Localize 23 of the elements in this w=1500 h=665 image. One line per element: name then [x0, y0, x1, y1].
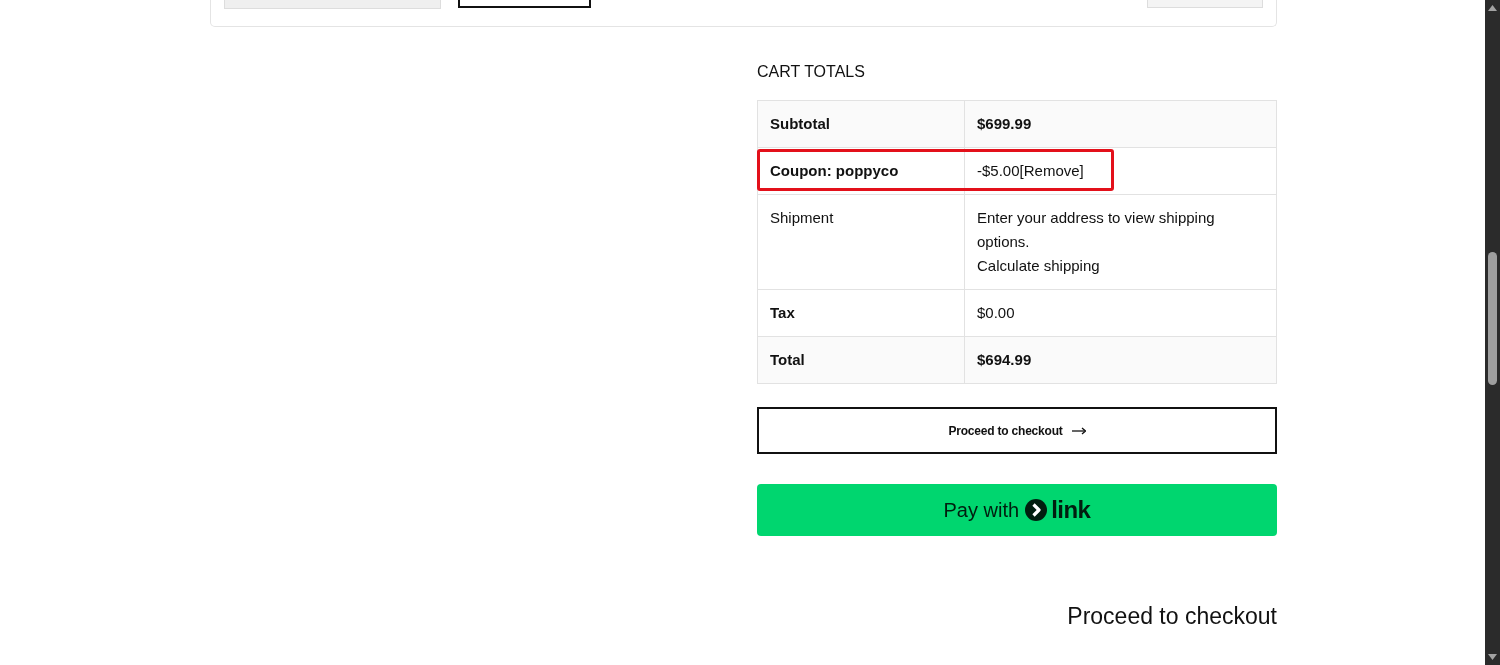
scroll-thumb[interactable]: [1488, 252, 1497, 385]
checkout-button[interactable]: Proceed to checkout: [757, 407, 1277, 454]
section-heading: CART TOTALS: [757, 62, 866, 82]
row-value: $699.99: [977, 115, 1032, 132]
row-label: Total: [770, 351, 805, 368]
pay-with-link-button[interactable]: Pay with link: [757, 484, 1277, 536]
text-link[interactable]: Calculate shipping: [977, 257, 1100, 274]
scroll-down-icon[interactable]: [1488, 654, 1497, 660]
chevron-circle-icon: [1025, 499, 1048, 521]
row-value: $694.99: [977, 351, 1032, 368]
row-label: Coupon: poppyco: [770, 162, 899, 179]
row-label: Tax: [770, 304, 795, 321]
row-value: $0.00: [977, 304, 1015, 321]
row-label: Shipment: [770, 209, 834, 226]
row-label: Subtotal: [770, 115, 830, 132]
checkout-heading: Proceed to checkout: [1067, 602, 1277, 630]
input-field[interactable]: [224, 0, 441, 9]
outlined-button[interactable]: [458, 0, 591, 8]
row-value: -$5.00: [977, 162, 1020, 179]
scroll-up-icon[interactable]: [1488, 5, 1497, 11]
row-value: Enter your address to view shipping options.: [977, 209, 1215, 250]
arrow-right-icon: [1071, 426, 1086, 435]
text-link[interactable]: [Remove]: [1019, 162, 1084, 179]
